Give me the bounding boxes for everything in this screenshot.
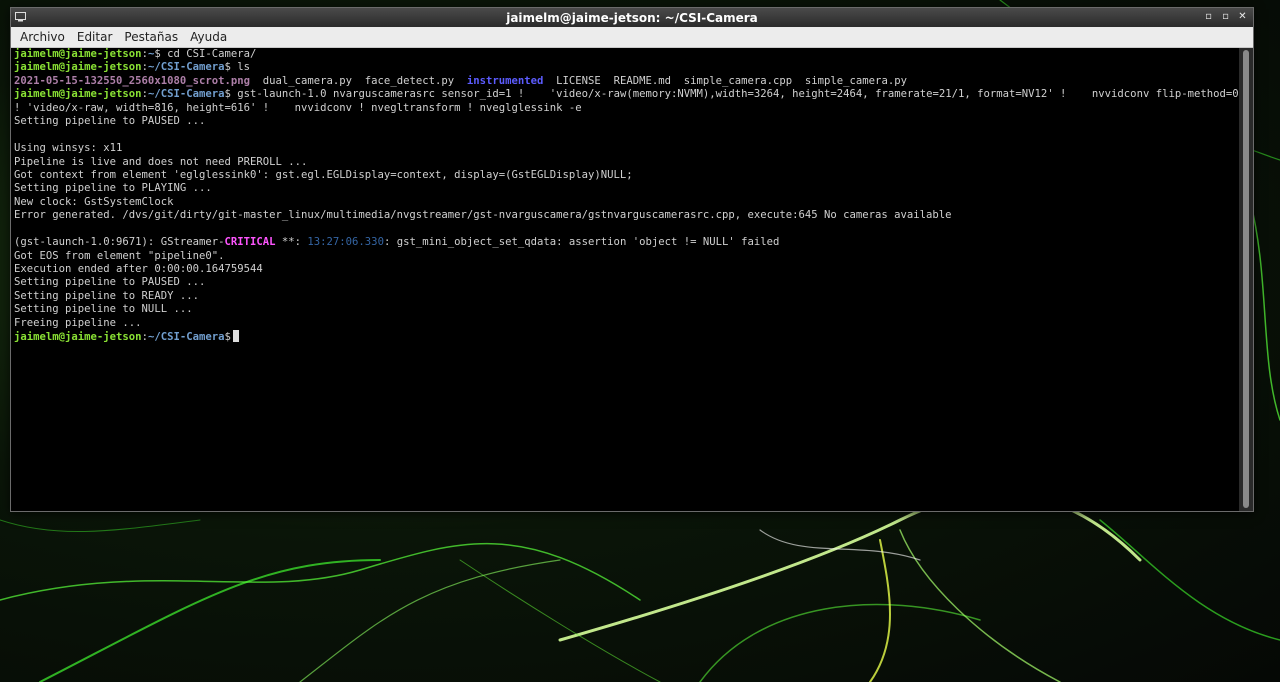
terminal-line: jaimelm@jaime-jetson:~$ cd CSI-Camera/ xyxy=(14,48,257,60)
window-controls: ▫ ▫ ✕ xyxy=(1202,10,1249,23)
prompt-user-host: jaimelm@jaime-jetson xyxy=(14,48,142,60)
output-line: Setting pipeline to READY ... xyxy=(14,289,199,302)
terminal-line: jaimelm@jaime-jetson:~/CSI-Camera$ gst-l… xyxy=(14,88,1239,101)
title-bar[interactable]: jaimelm@jaime-jetson: ~/CSI-Camera ▫ ▫ ✕ xyxy=(11,8,1253,27)
prompt-user-host: jaimelm@jaime-jetson xyxy=(14,88,142,101)
terminal-line: jaimelm@jaime-jetson:~/CSI-Camera$ ls xyxy=(14,61,251,74)
terminal-window[interactable]: jaimelm@jaime-jetson: ~/CSI-Camera ▫ ▫ ✕… xyxy=(10,7,1254,512)
output-line: Setting pipeline to PLAYING ... xyxy=(14,182,212,195)
command-text: cd CSI-Camera/ xyxy=(160,48,257,60)
menu-archivo[interactable]: Archivo xyxy=(11,30,71,44)
terminal-output[interactable]: jaimelm@jaime-jetson:~$ cd CSI-Camera/ j… xyxy=(11,48,1239,511)
close-button[interactable]: ✕ xyxy=(1236,10,1249,23)
output-line: Setting pipeline to PAUSED ... xyxy=(14,276,206,289)
prompt-user-host: jaimelm@jaime-jetson xyxy=(14,61,142,74)
critical-line: (gst-launch-1.0:9671): GStreamer-CRITICA… xyxy=(14,236,780,249)
minimize-button[interactable]: ▫ xyxy=(1202,10,1215,23)
file-list: dual_camera.py face_detect.py xyxy=(250,74,467,87)
output-line: Using winsys: x11 xyxy=(14,142,123,155)
prompt-user-host: jaimelm@jaime-jetson xyxy=(14,331,142,344)
critical-time: 13:27:06.330 xyxy=(307,236,384,249)
critical-level: CRITICAL xyxy=(224,236,276,249)
ls-output-line: 2021-05-15-132550_2560x1080_scrot.png du… xyxy=(14,75,1239,88)
menu-ayuda[interactable]: Ayuda xyxy=(184,30,233,44)
output-line: Got EOS from element "pipeline0". xyxy=(14,249,225,262)
output-line: New clock: GstSystemClock xyxy=(14,195,174,208)
directory-instrumented: instrumented xyxy=(466,74,544,87)
command-text: ls xyxy=(230,61,251,74)
prompt-path: ~/CSI-Camera xyxy=(147,61,225,74)
menu-editar[interactable]: Editar xyxy=(71,30,119,44)
output-line: Execution ended after 0:00:00.164759544 xyxy=(14,263,263,275)
terminal-line: ! 'video/x-raw, width=816, height=616' !… xyxy=(14,101,582,114)
terminal-app-icon[interactable] xyxy=(15,12,26,22)
output-line: Pipeline is live and does not need PRERO… xyxy=(14,155,308,168)
command-text: gst-launch-1.0 nvarguscamerasrc sensor_i… xyxy=(230,88,1239,101)
vertical-scrollbar[interactable] xyxy=(1239,48,1253,511)
output-line: Setting pipeline to PAUSED ... xyxy=(14,115,206,128)
output-line: Freeing pipeline ... xyxy=(14,316,142,329)
file-png: 2021-05-15-132550_2560x1080_scrot.png xyxy=(14,74,250,87)
prompt-path: ~/CSI-Camera xyxy=(147,331,225,344)
maximize-button[interactable]: ▫ xyxy=(1219,10,1232,23)
prompt-path: ~/CSI-Camera xyxy=(147,88,225,101)
output-line: Setting pipeline to NULL ... xyxy=(14,303,193,316)
menu-bar: Archivo Editar Pestañas Ayuda xyxy=(11,27,1253,48)
output-line: Error generated. /dvs/git/dirty/git-mast… xyxy=(14,209,952,222)
output-line: Got context from element 'eglglessink0':… xyxy=(14,168,633,181)
terminal-line: jaimelm@jaime-jetson:~/CSI-Camera$ xyxy=(14,330,1239,343)
text-cursor xyxy=(232,330,239,343)
window-title: jaimelm@jaime-jetson: ~/CSI-Camera xyxy=(506,10,758,25)
menu-pestanas[interactable]: Pestañas xyxy=(118,30,184,44)
scroll-thumb[interactable] xyxy=(1243,50,1249,508)
file-list: LICENSE README.md simple_camera.cpp simp… xyxy=(543,74,907,87)
